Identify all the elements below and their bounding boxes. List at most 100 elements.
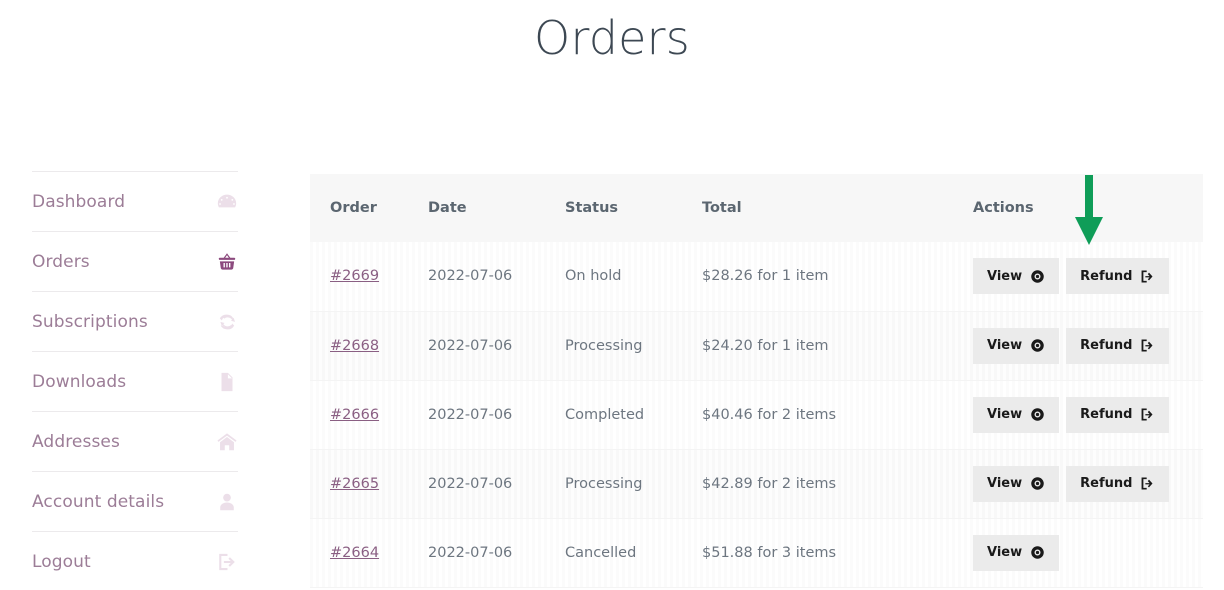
refund-button[interactable]: Refund: [1066, 327, 1170, 364]
order-actions: View Refund: [953, 380, 1203, 449]
table-row: #2669 2022-07-06 On hold $28.26 for 1 item V…: [310, 242, 1203, 311]
orders-table-body: #2669 2022-07-06 On hold $28.26 for 1 item V…: [310, 242, 1203, 587]
order-number-link[interactable]: #2665: [330, 476, 379, 492]
sidebar-item-label: Downloads: [32, 371, 127, 392]
table-header-row: Order Date Status Total Actions: [310, 174, 1203, 242]
account-sidebar-nav: Dashboard Orders Subscriptions Downloads Add…: [32, 171, 238, 590]
order-cell: #2668: [310, 311, 408, 380]
sign-out-icon: [1140, 269, 1155, 284]
document-icon: [216, 371, 238, 393]
order-date: 2022-07-06: [428, 268, 513, 285]
sidebar-item-subscriptions[interactable]: Subscriptions: [32, 291, 238, 351]
column-header-status: Status: [545, 174, 682, 242]
order-actions: View Refund: [953, 311, 1203, 380]
sidebar-item-dashboard[interactable]: Dashboard: [32, 171, 238, 231]
table-row: #2665 2022-07-06 Processing $42.89 for 2 it…: [310, 449, 1203, 518]
column-header-actions: Actions: [953, 174, 1203, 242]
column-header-order: Order: [310, 174, 408, 242]
order-cell: #2664: [310, 518, 408, 587]
orders-page: Orders Dashboard Orders Subscriptions Downl…: [0, 0, 1224, 590]
sidebar-item-logout[interactable]: Logout: [32, 531, 238, 590]
eye-icon: [1030, 338, 1045, 353]
sidebar-item-label: Orders: [32, 251, 90, 272]
order-number-link[interactable]: #2664: [330, 545, 379, 561]
actions-group: View Refund: [973, 465, 1203, 502]
order-total: $42.89 for 2 items: [702, 475, 837, 492]
order-cell: #2666: [310, 380, 408, 449]
order-number-link[interactable]: #2669: [330, 268, 379, 284]
refund-button-label: Refund: [1080, 338, 1133, 353]
order-total: $28.26 for 1 item: [702, 268, 829, 285]
order-number-link[interactable]: #2668: [330, 338, 379, 354]
sidebar-item-label: Account details: [32, 491, 165, 512]
order-date: 2022-07-06: [428, 337, 513, 354]
refund-button[interactable]: Refund: [1066, 465, 1170, 502]
sign-out-icon: [1140, 338, 1155, 353]
order-status: Processing: [565, 337, 643, 354]
orders-table: Order Date Status Total Actions #2669 2022-07…: [310, 174, 1203, 588]
dashboard-icon: [216, 191, 238, 213]
order-status: Cancelled: [565, 544, 637, 561]
refund-button-label: Refund: [1080, 407, 1133, 422]
view-button[interactable]: View: [973, 396, 1060, 433]
order-number-link[interactable]: #2666: [330, 407, 379, 423]
view-button-label: View: [987, 268, 1023, 284]
order-actions: View Refund: [953, 449, 1203, 518]
sidebar-item-label: Addresses: [32, 431, 120, 452]
sidebar-item-addresses[interactable]: Addresses: [32, 411, 238, 471]
user-icon: [216, 491, 238, 513]
sign-out-icon: [1140, 476, 1155, 491]
sidebar-item-downloads[interactable]: Downloads: [32, 351, 238, 411]
actions-group: View Refund: [973, 258, 1203, 295]
table-row: #2666 2022-07-06 Completed $40.46 for 2 ite…: [310, 380, 1203, 449]
orders-table-head: Order Date Status Total Actions: [310, 174, 1203, 242]
order-total: $40.46 for 2 items: [702, 406, 837, 423]
eye-icon: [1030, 476, 1045, 491]
view-button[interactable]: View: [973, 327, 1060, 364]
refund-button-label: Refund: [1080, 268, 1133, 284]
table-row: #2664 2022-07-06 Cancelled $51.88 for 3 ite…: [310, 518, 1203, 587]
sidebar-item-label: Logout: [32, 551, 91, 572]
sidebar-item-label: Dashboard: [32, 191, 126, 212]
order-status: Completed: [565, 406, 645, 423]
order-total: $24.20 for 1 item: [702, 337, 829, 354]
order-cell: #2665: [310, 449, 408, 518]
sidebar-item-orders[interactable]: Orders: [32, 231, 238, 291]
order-status: On hold: [565, 268, 622, 285]
order-status: Processing: [565, 475, 643, 492]
sync-icon: [216, 311, 238, 333]
refund-button[interactable]: Refund: [1066, 258, 1170, 295]
order-date: 2022-07-06: [428, 406, 513, 423]
refund-button[interactable]: Refund: [1066, 396, 1170, 433]
order-date: 2022-07-06: [428, 544, 513, 561]
sidebar-item-label: Subscriptions: [32, 311, 148, 332]
sign-out-icon: [1140, 407, 1155, 422]
view-button[interactable]: View: [973, 534, 1060, 571]
column-header-date: Date: [408, 174, 545, 242]
home-icon: [216, 431, 238, 453]
order-total: $51.88 for 3 items: [702, 544, 837, 561]
order-cell: #2669: [310, 242, 408, 311]
view-button-label: View: [987, 407, 1023, 422]
order-actions: View: [953, 518, 1203, 587]
refund-button-label: Refund: [1080, 476, 1133, 491]
eye-icon: [1030, 545, 1045, 560]
view-button[interactable]: View: [973, 258, 1060, 295]
order-date: 2022-07-06: [428, 475, 513, 492]
eye-icon: [1030, 407, 1045, 422]
actions-group: View: [973, 534, 1203, 571]
order-actions: View Refund: [953, 242, 1203, 311]
view-button-label: View: [987, 338, 1023, 353]
logout-icon: [216, 551, 238, 573]
view-button-label: View: [987, 545, 1023, 560]
basket-icon: [216, 251, 238, 273]
column-header-total: Total: [682, 174, 953, 242]
sidebar-item-account-details[interactable]: Account details: [32, 471, 238, 531]
view-button-label: View: [987, 476, 1023, 491]
eye-icon: [1030, 269, 1045, 284]
view-button[interactable]: View: [973, 465, 1060, 502]
actions-group: View Refund: [973, 396, 1203, 433]
actions-group: View Refund: [973, 327, 1203, 364]
table-row: #2668 2022-07-06 Processing $24.20 for 1 it…: [310, 311, 1203, 380]
page-title: Orders: [534, 11, 690, 65]
